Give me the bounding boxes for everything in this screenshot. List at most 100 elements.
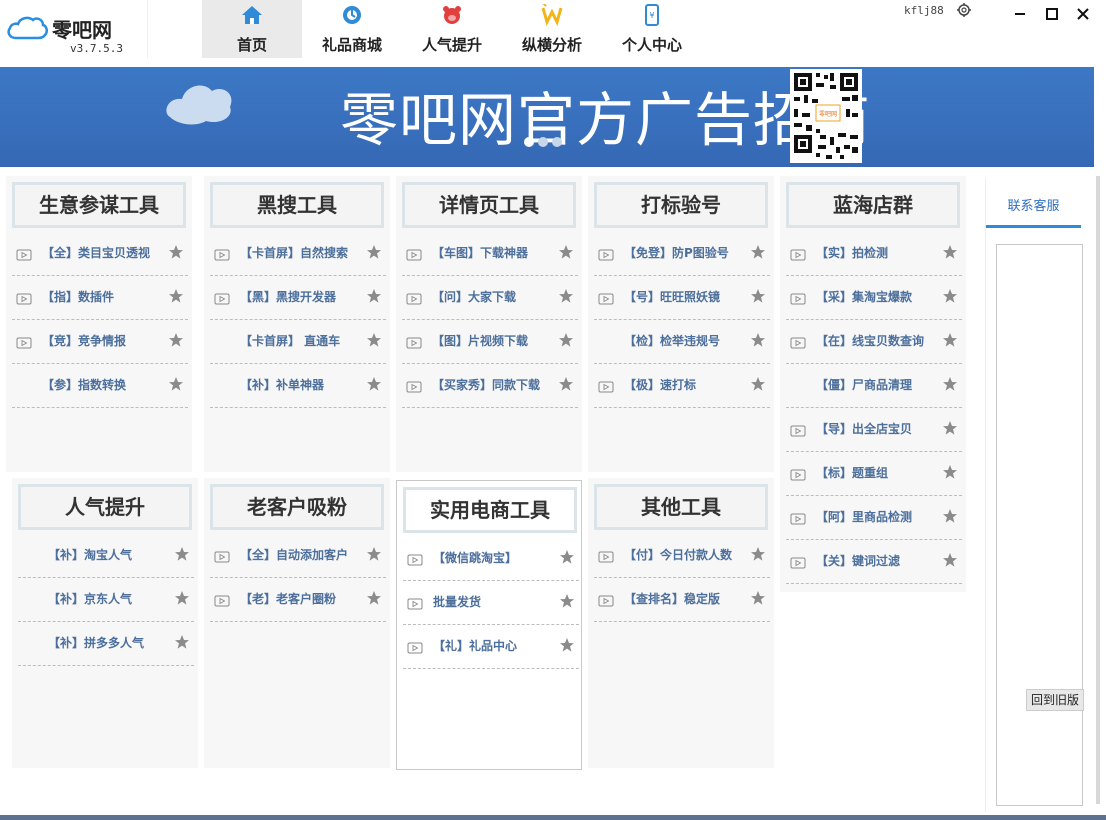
- tool-item[interactable]: 【指】数插件: [12, 276, 188, 320]
- favorite-star-icon[interactable]: [942, 288, 958, 304]
- tool-item-label[interactable]: 【检】检举违规号: [624, 332, 720, 349]
- tool-item-label[interactable]: 【买家秀】同款下载: [432, 376, 540, 393]
- tool-item[interactable]: 【关】键词过滤: [786, 540, 962, 584]
- tool-item[interactable]: 【僵】尸商品清理: [786, 364, 962, 408]
- tool-item-label[interactable]: 【全】自动添加客户: [240, 546, 348, 563]
- nav-popularity[interactable]: 人气提升: [402, 0, 502, 58]
- tool-item[interactable]: 【实】拍检测: [786, 232, 962, 276]
- tool-item-label[interactable]: 【黑】黑搜开发器: [240, 288, 336, 305]
- favorite-star-icon[interactable]: [750, 376, 766, 392]
- favorite-star-icon[interactable]: [942, 464, 958, 480]
- tool-item[interactable]: 【礼】礼品中心: [403, 625, 579, 669]
- tool-item-label[interactable]: 【补】补单神器: [240, 376, 324, 393]
- tool-item-label[interactable]: 【查排名】稳定版: [624, 590, 720, 607]
- tool-item[interactable]: 【卡首屏】 直通车: [210, 320, 386, 364]
- tool-item-label[interactable]: 【全】类目宝贝透视: [42, 244, 150, 261]
- favorite-star-icon[interactable]: [942, 420, 958, 436]
- favorite-star-icon[interactable]: [942, 244, 958, 260]
- tool-item[interactable]: 【全】自动添加客户: [210, 534, 386, 578]
- nav-home[interactable]: 首页: [202, 0, 302, 58]
- favorite-star-icon[interactable]: [174, 634, 190, 650]
- favorite-star-icon[interactable]: [168, 376, 184, 392]
- carousel-dot[interactable]: [524, 137, 534, 147]
- favorite-star-icon[interactable]: [750, 590, 766, 606]
- tool-item-label[interactable]: 【号】旺旺照妖镜: [624, 288, 720, 305]
- tool-item-label[interactable]: 【实】拍检测: [816, 244, 888, 261]
- tool-item-label[interactable]: 【微信跳淘宝】: [433, 549, 517, 566]
- favorite-star-icon[interactable]: [942, 376, 958, 392]
- tool-item-label[interactable]: 【补】淘宝人气: [48, 546, 132, 563]
- favorite-star-icon[interactable]: [942, 508, 958, 524]
- tool-item-label[interactable]: 【车图】下载神器: [432, 244, 528, 261]
- tool-item[interactable]: 【参】指数转换: [12, 364, 188, 408]
- tool-item[interactable]: 【车图】下载神器: [402, 232, 578, 276]
- tool-item[interactable]: 【免登】防P图验号: [594, 232, 770, 276]
- favorite-star-icon[interactable]: [559, 637, 575, 653]
- favorite-star-icon[interactable]: [750, 332, 766, 348]
- favorite-star-icon[interactable]: [558, 244, 574, 260]
- tool-item[interactable]: 【号】旺旺照妖镜: [594, 276, 770, 320]
- tool-item-label[interactable]: 【僵】尸商品清理: [816, 376, 912, 393]
- tool-item[interactable]: 【导】出全店宝贝: [786, 408, 962, 452]
- favorite-star-icon[interactable]: [750, 546, 766, 562]
- maximize-icon[interactable]: [1042, 4, 1062, 24]
- tool-item[interactable]: 【图】片视频下载: [402, 320, 578, 364]
- favorite-star-icon[interactable]: [750, 288, 766, 304]
- tool-item-label[interactable]: 【关】键词过滤: [816, 552, 900, 569]
- tool-item-label[interactable]: 【卡首屏】 直通车: [240, 332, 340, 349]
- favorite-star-icon[interactable]: [168, 288, 184, 304]
- nav-personal-center[interactable]: ¥ 个人中心: [602, 0, 702, 58]
- tool-item-label[interactable]: 【参】指数转换: [42, 376, 126, 393]
- tool-item[interactable]: 【卡首屏】自然搜索: [210, 232, 386, 276]
- ad-banner[interactable]: 零吧网官方广告招商 零吧网: [0, 67, 1094, 167]
- tool-item-label[interactable]: 【卡首屏】自然搜索: [240, 244, 348, 261]
- tool-item-label[interactable]: 【免登】防P图验号: [624, 244, 729, 261]
- carousel-dots[interactable]: [524, 137, 562, 147]
- tool-item[interactable]: 【补】京东人气: [18, 578, 194, 622]
- favorite-star-icon[interactable]: [559, 593, 575, 609]
- tool-item-label[interactable]: 【采】集淘宝爆款: [816, 288, 912, 305]
- tool-item-label[interactable]: 【在】线宝贝数查询: [816, 332, 924, 349]
- favorite-star-icon[interactable]: [942, 332, 958, 348]
- username[interactable]: kflj88: [904, 4, 944, 17]
- tool-item[interactable]: 【黑】黑搜开发器: [210, 276, 386, 320]
- tool-item-label[interactable]: 【图】片视频下载: [432, 332, 528, 349]
- tool-item[interactable]: 【微信跳淘宝】: [403, 537, 579, 581]
- tool-item[interactable]: 【极】速打标: [594, 364, 770, 408]
- tool-item[interactable]: 【检】检举违规号: [594, 320, 770, 364]
- favorite-star-icon[interactable]: [750, 244, 766, 260]
- old-version-button[interactable]: 回到旧版: [1026, 689, 1084, 711]
- tool-item[interactable]: 【老】老客户圈粉: [210, 578, 386, 622]
- tool-item[interactable]: 【补】补单神器: [210, 364, 386, 408]
- tool-item-label[interactable]: 【礼】礼品中心: [433, 637, 517, 654]
- tool-item-label[interactable]: 【指】数插件: [42, 288, 114, 305]
- tool-item[interactable]: 【补】淘宝人气: [18, 534, 194, 578]
- favorite-star-icon[interactable]: [366, 590, 382, 606]
- minimize-icon[interactable]: [1010, 4, 1030, 24]
- tool-item[interactable]: 【采】集淘宝爆款: [786, 276, 962, 320]
- favorite-star-icon[interactable]: [942, 552, 958, 568]
- favorite-star-icon[interactable]: [168, 332, 184, 348]
- tool-item-label[interactable]: 【问】大家下载: [432, 288, 516, 305]
- tool-item-label[interactable]: 【竞】竞争情报: [42, 332, 126, 349]
- favorite-star-icon[interactable]: [558, 332, 574, 348]
- tool-item-label[interactable]: 批量发货: [433, 593, 481, 610]
- tool-item[interactable]: 【买家秀】同款下载: [402, 364, 578, 408]
- tab-customer-service[interactable]: 联系客服: [986, 178, 1081, 228]
- favorite-star-icon[interactable]: [366, 546, 382, 562]
- carousel-dot[interactable]: [552, 137, 562, 147]
- tool-item-label[interactable]: 【付】今日付款人数: [624, 546, 732, 563]
- gear-icon[interactable]: [956, 2, 972, 18]
- favorite-star-icon[interactable]: [559, 549, 575, 565]
- tool-item[interactable]: 【标】题重组: [786, 452, 962, 496]
- tool-item[interactable]: 【阿】里商品检测: [786, 496, 962, 540]
- favorite-star-icon[interactable]: [168, 244, 184, 260]
- close-icon[interactable]: [1073, 4, 1093, 24]
- favorite-star-icon[interactable]: [174, 590, 190, 606]
- tool-item-label[interactable]: 【阿】里商品检测: [816, 508, 912, 525]
- tool-item[interactable]: 【查排名】稳定版: [594, 578, 770, 622]
- scrollbar[interactable]: [1096, 176, 1100, 804]
- tool-item[interactable]: 批量发货: [403, 581, 579, 625]
- tool-item-label[interactable]: 【补】京东人气: [48, 590, 132, 607]
- favorite-star-icon[interactable]: [174, 546, 190, 562]
